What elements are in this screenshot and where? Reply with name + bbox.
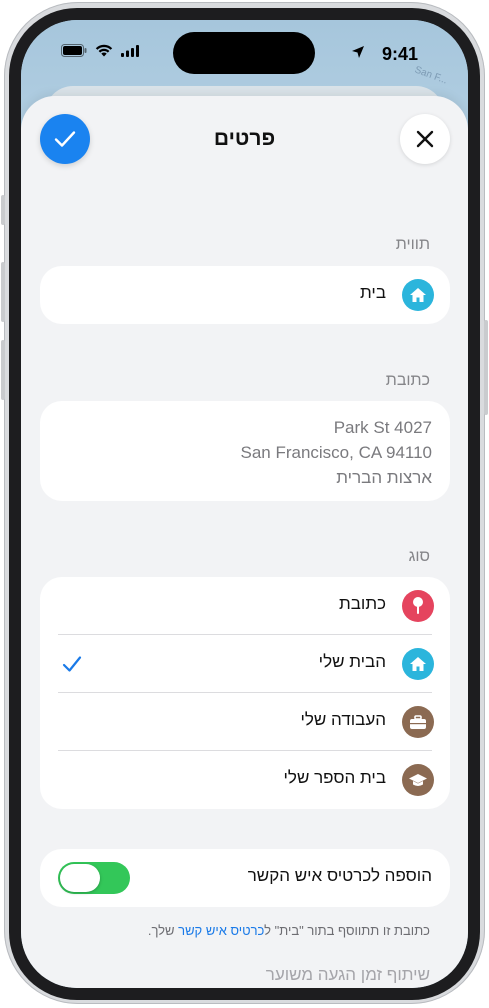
side-button-left-1 <box>1 195 5 225</box>
label-card[interactable]: בית <box>40 266 450 324</box>
battery-icon <box>61 44 87 57</box>
type-option-label: העבודה שלי <box>300 710 387 729</box>
type-option-home[interactable]: הבית שלי <box>40 635 450 693</box>
address-line-city: San Francisco, CA 94110 <box>240 443 432 462</box>
footnote-text: כתובת זו תתווסף בתור "בית" ל <box>264 923 430 938</box>
address-line-street: Park St 4027 <box>333 418 432 437</box>
type-option-school[interactable]: בית הספר שלי <box>40 751 450 809</box>
label-value: בית <box>360 283 386 302</box>
type-option-address[interactable]: כתובת <box>40 577 450 635</box>
signal-icon <box>121 44 139 57</box>
briefcase-icon <box>402 706 434 738</box>
add-to-contact-label: הוספה לכרטיס איש הקשר <box>247 866 432 885</box>
selected-checkmark-icon <box>62 656 82 672</box>
side-button-left-3 <box>1 340 5 400</box>
side-button-right <box>484 320 488 415</box>
house-icon <box>402 648 434 680</box>
contact-card-link[interactable]: כרטיס איש קשר <box>178 923 264 938</box>
side-button-left-2 <box>1 262 5 322</box>
label-row[interactable]: בית <box>40 266 450 324</box>
address-line-country: ארצות הברית <box>336 468 432 487</box>
footnote-text-end: שלך. <box>147 923 179 938</box>
address-section-heading: כתובת <box>385 372 430 389</box>
graduation-cap-icon <box>402 764 434 796</box>
close-icon <box>416 130 434 148</box>
address-text: Park St 4027 San Francisco, CA 94110 ארצ… <box>240 415 432 490</box>
house-icon <box>402 279 434 311</box>
type-option-label: בית הספר שלי <box>283 768 386 787</box>
type-option-label: כתובת <box>339 594 386 613</box>
status-time: 9:41 <box>381 44 418 64</box>
type-option-work[interactable]: העבודה שלי <box>40 693 450 751</box>
details-sheet: פרטים תווית בית כתובת Park St 4027 San F… <box>21 96 468 988</box>
add-to-contact-toggle[interactable] <box>58 862 130 894</box>
location-arrow-icon <box>352 46 364 58</box>
pin-icon <box>402 590 434 622</box>
address-card[interactable]: Park St 4027 San Francisco, CA 94110 ארצ… <box>40 401 450 501</box>
wifi-icon <box>95 44 113 57</box>
type-option-label: הבית שלי <box>318 652 386 671</box>
share-eta-heading: שיתוף זמן הגעה משוער <box>265 965 430 984</box>
screen: San F... 9:41 פרטים תווית בית כתובת Park… <box>21 20 468 988</box>
status-icons <box>61 44 139 57</box>
contact-card: הוספה לכרטיס איש הקשר <box>40 849 450 907</box>
type-section-heading: סוג <box>408 548 430 565</box>
contact-footnote: כתובת זו תתווסף בתור "בית" לכרטיס איש קש… <box>148 923 430 938</box>
label-section-heading: תווית <box>395 236 430 253</box>
add-to-contact-row: הוספה לכרטיס איש הקשר <box>40 849 450 907</box>
close-button[interactable] <box>400 114 450 164</box>
toggle-knob <box>60 864 100 892</box>
type-card: כתובת הבית שלי העבודה שלי בית הספר שלי <box>40 577 450 809</box>
dynamic-island <box>173 32 315 74</box>
